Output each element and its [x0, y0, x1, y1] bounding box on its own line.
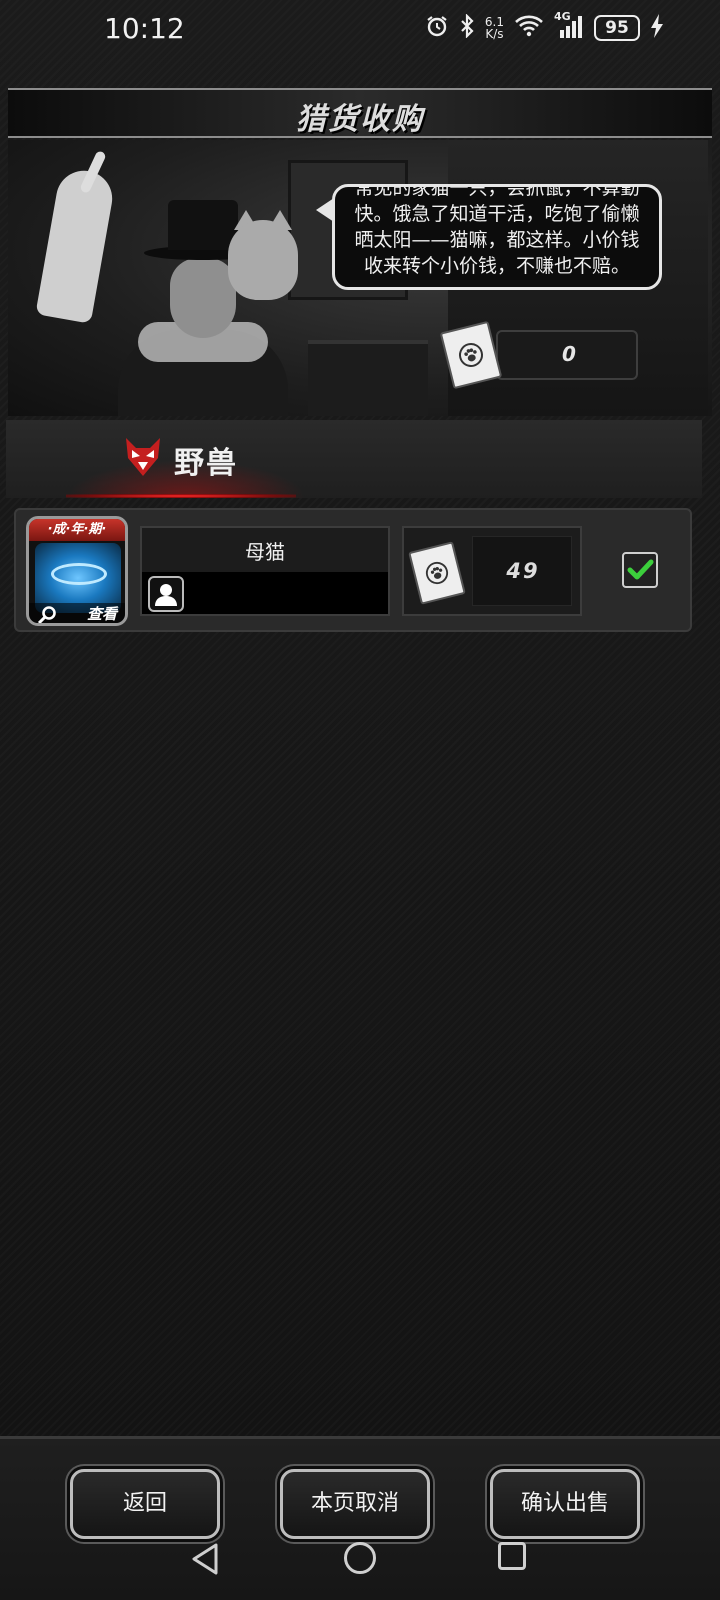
title-bar: 猎货收购 — [8, 88, 712, 138]
currency-panel: 0 — [439, 320, 640, 390]
wifi-icon — [514, 14, 544, 43]
nav-back-icon[interactable] — [190, 1542, 220, 1576]
check-icon — [627, 559, 654, 580]
merchant-hat — [168, 200, 238, 250]
paw-card-icon — [439, 320, 503, 390]
paw-card-icon — [408, 541, 466, 605]
item-thumbnail[interactable]: ·成·年·期· 查看 — [26, 516, 128, 626]
cat-illustration — [228, 220, 298, 300]
currency-value: 0 — [562, 342, 576, 366]
speech-bubble[interactable]: 常见的家猫一只，会抓鼠，不算勤快。饿急了知道干活，吃饱了偷懒晒太阳——猫嘛，都这… — [332, 184, 662, 290]
back-button[interactable]: 返回 — [70, 1469, 220, 1539]
item-art-ring — [51, 563, 107, 585]
magnifier-icon — [37, 605, 57, 623]
net-speed-unit: K/s — [485, 27, 504, 41]
signal-icon: 4G — [554, 10, 584, 43]
alarm-icon — [425, 14, 449, 43]
clock: 10:12 — [104, 12, 185, 45]
tab-label: 野兽 — [174, 446, 238, 481]
person-icon[interactable] — [148, 576, 184, 612]
select-checkbox[interactable] — [622, 552, 658, 588]
speech-text: 常见的家猫一只，会抓鼠，不算勤快。饿急了知道干活，吃饱了偷懒晒太阳——猫嘛，都这… — [354, 184, 640, 277]
confirm-sell-button[interactable]: 确认出售 — [490, 1469, 640, 1539]
network-type: 4G — [554, 9, 571, 23]
merchant-face — [170, 258, 236, 338]
charging-icon — [650, 13, 664, 43]
status-icons: 6.1 K/s 4G 95 — [425, 10, 664, 43]
tab-underline — [66, 494, 296, 498]
battery-icon: 95 — [594, 15, 640, 41]
cancel-page-button[interactable]: 本页取消 — [280, 1469, 430, 1539]
status-bar: 10:12 6.1 K/s 4G 95 — [0, 0, 720, 56]
net-speed: 6.1 K/s — [485, 16, 504, 40]
nav-recents-icon[interactable] — [498, 1542, 526, 1570]
currency-box: 0 — [496, 330, 638, 380]
parrot-illustration — [35, 166, 117, 324]
item-name: 母猫 — [245, 540, 285, 564]
background-crate — [308, 340, 428, 416]
wolf-icon — [124, 436, 162, 478]
system-nav-bar — [0, 1538, 720, 1600]
stage-badge: ·成·年·期· — [29, 519, 125, 541]
item-price-panel: 49 — [402, 526, 582, 616]
owner-strip — [142, 572, 388, 614]
list-item[interactable]: ·成·年·期· 查看 母猫 49 — [14, 508, 692, 632]
item-price: 49 — [506, 559, 540, 583]
price-box: 49 — [472, 536, 572, 606]
tab-beasts[interactable]: 野兽 — [6, 420, 702, 498]
bluetooth-icon — [459, 12, 475, 43]
nav-home-icon[interactable] — [344, 1542, 376, 1574]
item-name-panel: 母猫 — [140, 526, 390, 616]
page-title: 猎货收购 — [296, 102, 424, 137]
